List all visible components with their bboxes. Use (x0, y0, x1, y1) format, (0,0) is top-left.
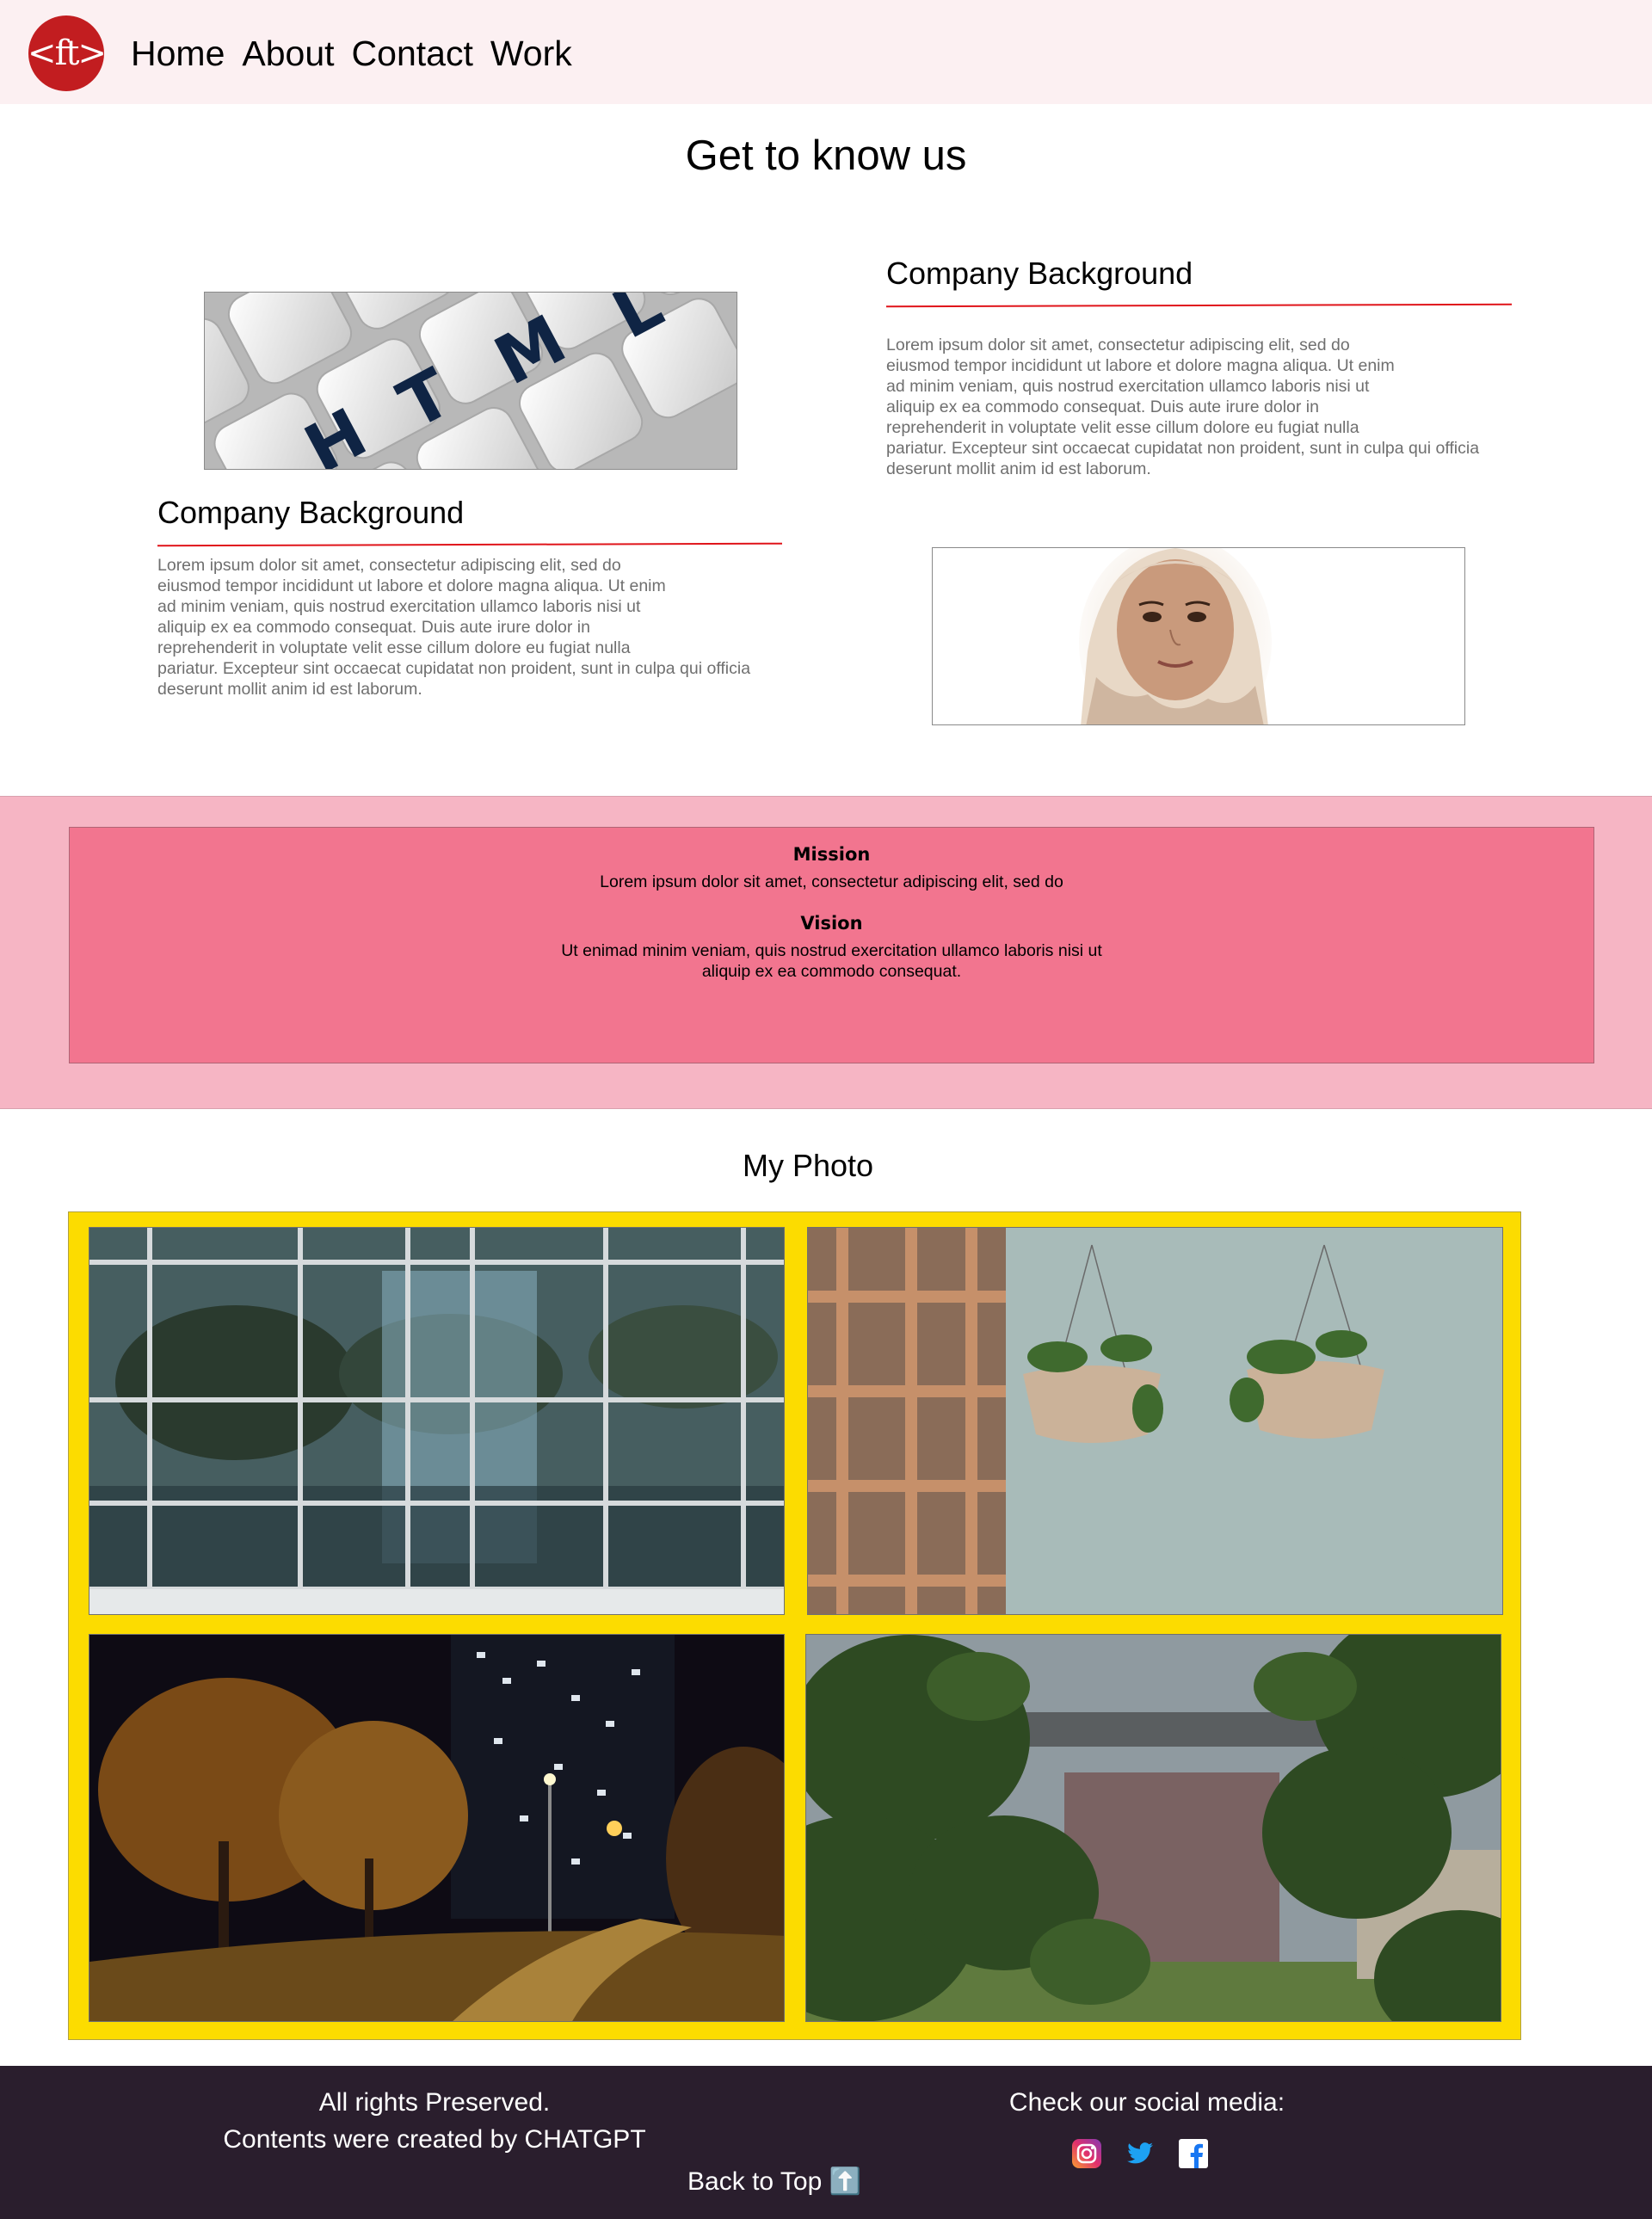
mission-heading: Mission (792, 844, 871, 865)
vision-text: Ut enimad minim veniam, quis nostrud exe… (561, 941, 1102, 981)
nav-contact[interactable]: Contact (352, 31, 473, 76)
company-background-title-left: Company Background (157, 495, 465, 530)
twitter-icon[interactable] (1125, 2139, 1155, 2168)
gallery-photo-leaves (805, 1634, 1501, 2022)
nav-about[interactable]: About (242, 31, 334, 76)
vision-heading: Vision (800, 913, 863, 934)
html-keyboard-image: H T M L (204, 292, 737, 470)
mission-text: Lorem ipsum dolor sit amet, consectetur … (600, 872, 1063, 891)
title-underline-right (885, 303, 1513, 308)
mission-vision-box: Mission Lorem ipsum dolor sit amet, cons… (69, 827, 1594, 1063)
gallery-photo-night-park (89, 1634, 785, 2022)
page-title: Get to know us (685, 133, 967, 179)
portrait-photo (932, 547, 1465, 725)
company-background-text-right: Lorem ipsum dolor sit amet, consectetur … (886, 336, 1480, 478)
social-links (1072, 2139, 1208, 2168)
footer-credit: Contents were created by CHATGPT (223, 2125, 646, 2154)
instagram-icon[interactable] (1072, 2139, 1101, 2168)
footer-rights: All rights Preserved. (318, 2088, 551, 2117)
footer-social-label: Check our social media: (1008, 2088, 1285, 2117)
gallery-photo-hanging-plants (807, 1227, 1503, 1615)
back-to-top-link[interactable]: Back to Top ⬆️ (602, 2165, 946, 2199)
nav-work[interactable]: Work (490, 31, 572, 76)
logo-text: <ft> (28, 34, 107, 73)
facebook-icon[interactable] (1179, 2139, 1208, 2168)
logo[interactable]: <ft> (28, 15, 107, 91)
nav-home[interactable]: Home (131, 31, 225, 76)
photo-section-title: My Photo (742, 1148, 874, 1183)
main-nav: Home About Contact Work (131, 31, 572, 76)
company-background-text-left: Lorem ipsum dolor sit amet, consectetur … (157, 556, 751, 699)
title-underline-left (157, 542, 783, 547)
gallery-photo-glass-building (89, 1227, 785, 1615)
company-background-title-right: Company Background (886, 256, 1193, 291)
